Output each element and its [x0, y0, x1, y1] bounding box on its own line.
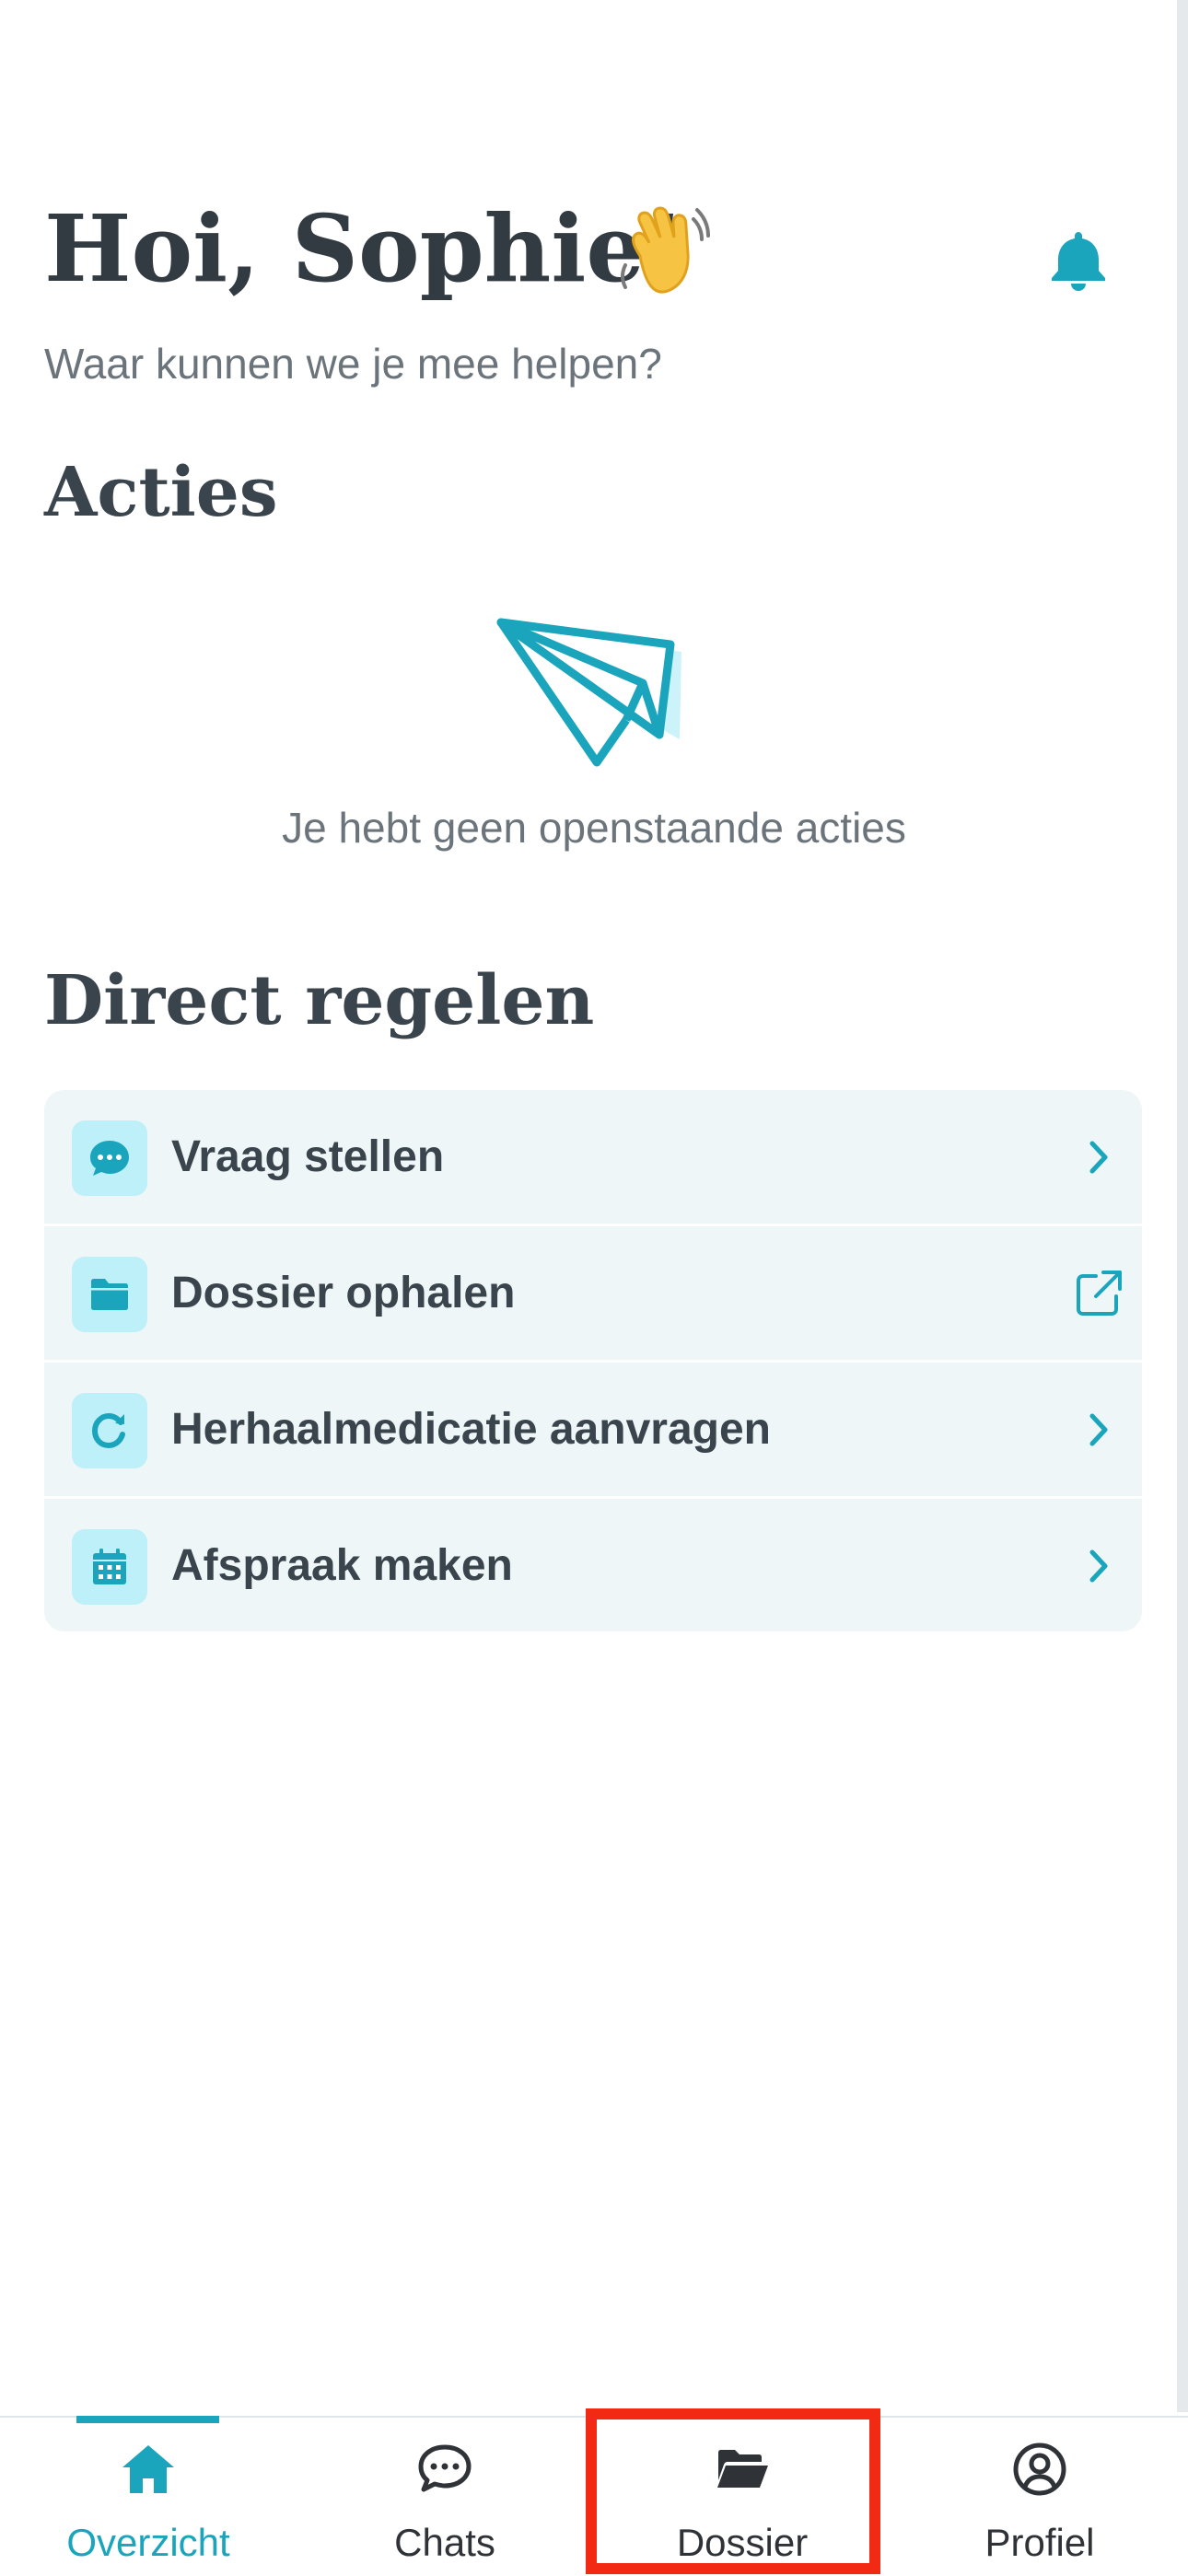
chat-bubble-icon — [90, 1141, 129, 1176]
external-link-icon — [1077, 1271, 1122, 1316]
action-list: Vraag stellen Dossier ophalen Herhaalmed… — [44, 1090, 1142, 1631]
tab-profiel[interactable]: Profiel — [891, 2418, 1188, 2576]
folder-icon — [91, 1279, 128, 1310]
action-item-dossier-ophalen[interactable]: Dossier ophalen — [44, 1226, 1142, 1363]
tab-chats[interactable]: Chats — [297, 2418, 593, 2576]
waving-hand-icon — [621, 206, 710, 294]
calendar-icon — [93, 1549, 126, 1584]
action-label: Vraag stellen — [171, 1132, 445, 1181]
chat-icon — [418, 2444, 472, 2492]
tab-label: Profiel — [984, 2521, 1095, 2564]
chevron-right-icon — [1089, 1141, 1108, 1174]
section-title-direct-regelen: Direct regelen — [44, 961, 595, 1040]
tab-label: Overzicht — [66, 2521, 230, 2564]
bell-icon[interactable] — [1048, 228, 1109, 293]
empty-state-text: Je hebt geen openstaande acties — [282, 804, 906, 852]
paper-plane-icon — [496, 618, 681, 767]
chevron-right-icon — [1089, 1413, 1108, 1446]
action-item-afspraak-maken[interactable]: Afspraak maken — [44, 1499, 1142, 1631]
highlight-box — [586, 2408, 880, 2574]
user-circle-icon — [1013, 2443, 1066, 2496]
action-label: Afspraak maken — [171, 1541, 513, 1590]
section-title-acties: Acties — [44, 453, 278, 532]
tab-label: Chats — [394, 2521, 495, 2564]
action-label: Dossier ophalen — [171, 1269, 516, 1317]
refresh-icon — [91, 1412, 125, 1449]
scrollbar[interactable] — [1177, 0, 1188, 2412]
action-item-vraag-stellen[interactable]: Vraag stellen — [44, 1090, 1142, 1226]
action-item-herhaalmedicatie[interactable]: Herhaalmedicatie aanvragen — [44, 1363, 1142, 1499]
action-label: Herhaalmedicatie aanvragen — [171, 1405, 771, 1454]
home-icon — [122, 2445, 174, 2493]
tab-overzicht[interactable]: Overzicht — [0, 2418, 297, 2576]
subtitle: Waar kunnen we je mee helpen? — [44, 340, 662, 388]
chevron-right-icon — [1089, 1549, 1108, 1583]
page-title: Hoi, Sophie! — [44, 194, 685, 303]
